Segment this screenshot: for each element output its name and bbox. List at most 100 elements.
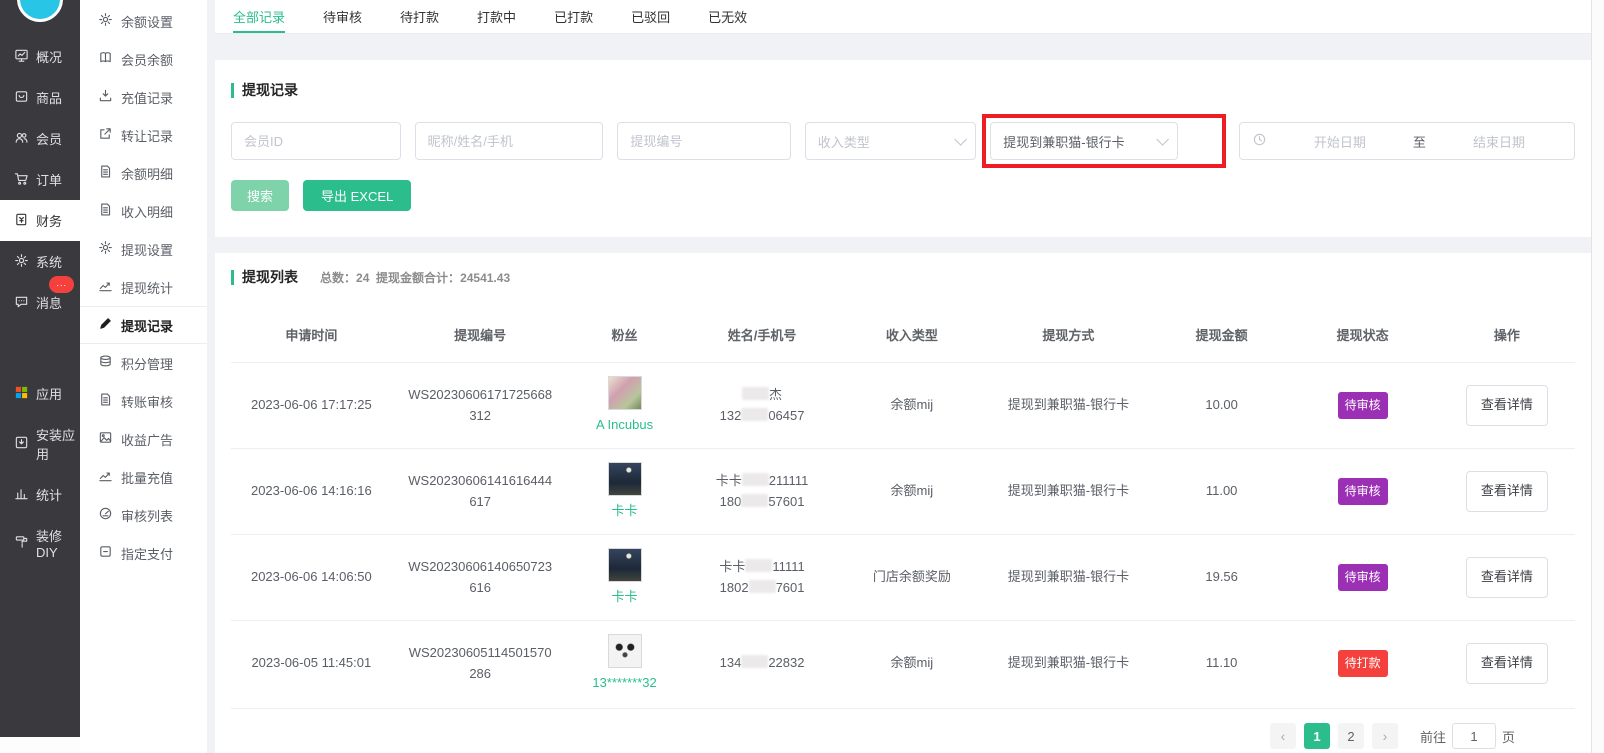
view-details-button[interactable]: 查看详情 [1466,557,1548,597]
submenu-item-充值记录[interactable]: 充值记录 [80,78,207,116]
cell-status: 待审核 [1286,472,1439,511]
submenu-item-积分管理[interactable]: 积分管理 [80,344,207,382]
filter-section-title: 提现记录 [231,80,1575,100]
table-header: 申请时间提现编号粉丝姓名/手机号收入类型提现方式提现金额提现状态操作 [231,309,1575,362]
filter-input-field[interactable] [630,134,777,149]
finance-icon [14,212,29,230]
cell-withdraw-code: WS20230606140650723616 [392,551,569,603]
app-logo[interactable] [17,0,63,28]
tab-待打款[interactable]: 待打款 [400,0,439,33]
cell-action: 查看详情 [1439,465,1575,517]
tab-已无效[interactable]: 已无效 [708,0,747,33]
view-details-button[interactable]: 查看详情 [1466,471,1548,511]
gauge-icon [98,506,113,524]
diy-icon [14,534,29,552]
goto-page: 前往页 [1420,723,1515,749]
sidebar-item-财务[interactable]: 财务 [0,200,80,241]
sidebar-item-会员[interactable]: 会员 [0,118,80,159]
next-page-button[interactable]: › [1372,723,1398,749]
column-header-申请时间: 申请时间 [231,325,392,344]
scrollbar-track[interactable] [1591,0,1604,753]
cell-withdraw-code: WS20230606171725668312 [392,379,569,431]
submenu-item-会员余额[interactable]: 会员余额 [80,40,207,78]
filter-select-收入类型[interactable]: 收入类型 [805,122,977,160]
tab-全部记录[interactable]: 全部记录 [233,0,285,33]
page-button-1[interactable]: 1 [1304,723,1330,749]
view-details-button[interactable]: 查看详情 [1466,643,1548,683]
list-summary: 总数：24 提现金额合计：24541.43 [320,269,510,286]
cell-withdraw-method: 提现到兼职猫-银行卡 [980,647,1157,679]
column-header-操作: 操作 [1439,325,1575,344]
redacted-blur [742,387,769,400]
sidebar-item-订单[interactable]: 订单 [0,159,80,200]
cell-income-type: 余额mij [844,389,980,421]
submenu-item-转让记录[interactable]: 转让记录 [80,116,207,154]
filter-fields-row: 收入类型提现到兼职猫-银行卡 开始日期至结束日期 [231,122,1575,160]
fan-name-link[interactable]: 卡卡 [612,587,638,607]
sidebar-item-装修DIY[interactable]: 装修DIY [0,515,80,571]
download-icon [98,88,113,106]
goto-page-input[interactable] [1452,723,1496,749]
sidebar-item-应用[interactable]: 应用 [0,373,80,414]
filter-input-field[interactable] [244,134,388,149]
submenu-item-收入明细[interactable]: 收入明细 [80,192,207,230]
cell-status: 待打款 [1286,644,1439,683]
minussq-icon [98,544,113,562]
filter-input-field[interactable] [428,134,591,149]
cell-name-phone: 13422832 [680,647,843,679]
view-details-button[interactable]: 查看详情 [1466,385,1548,425]
submenu-item-提现设置[interactable]: 提现设置 [80,230,207,268]
tab-已驳回[interactable]: 已驳回 [631,0,670,33]
submenu-item-审核列表[interactable]: 审核列表 [80,496,207,534]
submenu-item-提现记录[interactable]: 提现记录 [80,306,207,344]
fan-name-link[interactable]: 卡卡 [612,501,638,521]
tab-打款中[interactable]: 打款中 [477,0,516,33]
filter-panel: 提现记录 收入类型提现到兼职猫-银行卡 开始日期至结束日期 搜索 导出 EXCEL [215,60,1591,237]
clock-icon [1252,132,1267,150]
prev-page-button[interactable]: ‹ [1270,723,1296,749]
tab-待审核[interactable]: 待审核 [323,0,362,33]
pen-icon [98,316,113,334]
message-badge: ... [49,276,74,293]
sidebar-item-消息[interactable]: 消息... [0,282,80,323]
sidebar-bottom-strip [0,737,80,753]
submenu-item-余额设置[interactable]: 余额设置 [80,2,207,40]
tab-已打款[interactable]: 已打款 [554,0,593,33]
sidebar-item-商品[interactable]: 商品 [0,77,80,118]
fan-name-link[interactable]: A Incubus [596,415,653,435]
chartline-icon [98,278,113,296]
table-row: 2023-06-05 11:45:01WS2023060511450157028… [231,620,1575,706]
submenu-item-转账审核[interactable]: 转账审核 [80,382,207,420]
sidebar-item-安装应用[interactable]: 安装应用 [0,414,80,474]
redacted-blur [741,408,768,421]
redacted-blur [741,494,768,507]
sidebar-item-统计[interactable]: 统计 [0,474,80,515]
export-excel-button[interactable]: 导出 EXCEL [303,180,411,211]
green-bar-icon [231,270,234,285]
app-layout: 概况商品会员订单财务系统消息...应用安装应用统计装修DIY 余额设置会员余额充… [0,0,1604,753]
submenu-item-批量充值[interactable]: 批量充值 [80,458,207,496]
sidebar-item-概况[interactable]: 概况 [0,36,80,77]
submenu-item-提现统计[interactable]: 提现统计 [80,268,207,306]
page-button-2[interactable]: 2 [1338,723,1364,749]
fan-avatar [608,548,642,582]
column-header-收入类型: 收入类型 [844,325,980,344]
fan-name-link[interactable]: 13*******32 [592,673,656,693]
filter-input-提现编号 [617,122,790,160]
list-section-title: 提现列表 总数：24 提现金额合计：24541.43 [231,267,1575,287]
table-row: 2023-06-06 17:17:25WS2023060617172566831… [231,362,1575,448]
users-icon [14,130,29,148]
cell-fan: 13*******32 [569,628,681,699]
submenu-item-余额明细[interactable]: 余额明细 [80,154,207,192]
filter-date-range[interactable]: 开始日期至结束日期 [1239,122,1575,160]
search-button[interactable]: 搜索 [231,180,289,211]
chevron-down-icon [1157,133,1170,146]
filter-select-提现到兼职猫-银行卡[interactable]: 提现到兼职猫-银行卡 [990,122,1178,160]
status-badge: 待审核 [1338,564,1388,591]
submenu-item-收益广告[interactable]: 收益广告 [80,420,207,458]
redacted-blur [749,580,776,593]
cell-income-type: 余额mij [844,647,980,679]
submenu-item-指定支付[interactable]: 指定支付 [80,534,207,572]
fan-avatar [608,462,642,496]
filter-input-昵称/姓名/手机 [415,122,604,160]
